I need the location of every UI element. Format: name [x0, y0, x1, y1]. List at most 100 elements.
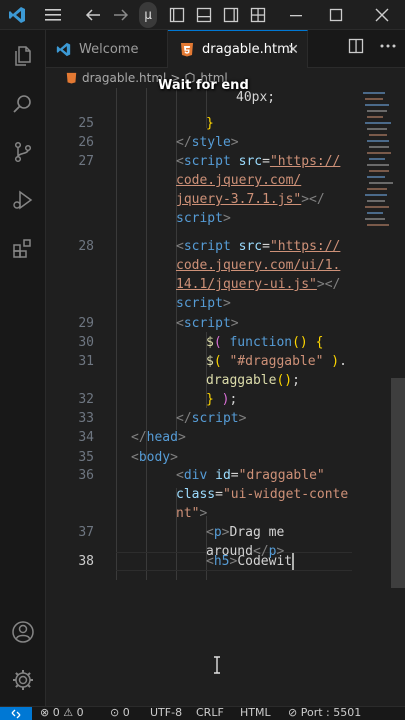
minimap-line: [367, 212, 383, 214]
code-token: ></: [316, 277, 341, 292]
code-token: >: [170, 450, 178, 465]
code-token: ): [323, 354, 340, 369]
toggle-panel-icon[interactable]: [193, 3, 215, 27]
more-actions-icon[interactable]: [380, 44, 396, 48]
toggle-secondary-sidebar-icon[interactable]: [220, 3, 242, 27]
toggle-primary-sidebar-icon[interactable]: [166, 3, 188, 27]
minimap-line: [367, 224, 389, 226]
extensions-icon[interactable]: [9, 234, 37, 262]
code-token: <: [206, 525, 214, 540]
problems-indicator[interactable]: ⊗ 0 ⚠ 0: [40, 706, 84, 720]
code-token: </: [176, 135, 192, 150]
code-token: Codewit: [237, 554, 293, 569]
code-line[interactable]: <body>: [131, 448, 178, 467]
text-cursor-icon: [212, 656, 222, 674]
run-and-debug-icon[interactable]: [9, 186, 37, 214]
code-token: </: [131, 430, 147, 445]
code-token: ></: [301, 192, 325, 207]
code-token: <: [176, 154, 184, 169]
code-token: >: [222, 211, 231, 226]
code-token: src: [230, 154, 263, 169]
minimap[interactable]: [361, 88, 393, 238]
indent-guide: [146, 88, 147, 580]
code-token: script: [183, 154, 231, 169]
code-line[interactable]: <p>Drag me: [206, 523, 284, 542]
text-caret: [292, 553, 294, 570]
code-line[interactable]: class="ui-widget-conte: [176, 485, 348, 504]
code-line[interactable]: } );: [206, 390, 237, 409]
minimize-icon[interactable]: [284, 3, 308, 27]
code-editor[interactable]: 25 26 27 28 29 30 31 32 33 34 35 36 37 38 40px;} </sty…: [46, 88, 405, 706]
forward-arrow-icon[interactable]: [110, 3, 132, 27]
warning-count: 0: [76, 706, 84, 719]
code-line[interactable]: </head>: [131, 428, 186, 447]
customize-layout-icon[interactable]: [247, 3, 269, 27]
code-line[interactable]: </style>: [176, 133, 239, 152]
manage-gear-icon[interactable]: [9, 666, 37, 694]
code-token: 14.1/jquery-ui.js": [176, 277, 317, 292]
code-line[interactable]: </script>: [176, 409, 246, 428]
encoding-indicator[interactable]: UTF-8: [150, 706, 182, 720]
code-line[interactable]: <div id="draggable": [176, 466, 325, 485]
code-token: =: [215, 487, 223, 502]
vscode-logo-icon[interactable]: [6, 3, 28, 27]
code-line[interactable]: <script>: [176, 314, 239, 333]
vertical-scrollbar[interactable]: [391, 378, 405, 588]
code-token: draggable: [206, 373, 277, 388]
code-token: $: [206, 354, 214, 369]
language-mode-indicator[interactable]: HTML: [240, 706, 271, 720]
code-line[interactable]: }: [206, 114, 214, 133]
html5-icon: [180, 42, 194, 57]
eol-indicator[interactable]: CRLF: [196, 706, 224, 720]
code-line[interactable]: script>: [176, 209, 231, 228]
vscode-icon: [56, 42, 71, 57]
code-line[interactable]: <script src="https://: [176, 152, 340, 171]
code-token: ;: [292, 373, 300, 388]
minimap-line: [365, 98, 383, 100]
code-token: "#draggable": [229, 354, 324, 369]
code-line[interactable]: draggable();: [206, 371, 300, 390]
tab-welcome[interactable]: Welcome: [46, 30, 168, 68]
split-editor-icon[interactable]: [348, 38, 364, 54]
code-token: script: [183, 316, 231, 331]
code-line[interactable]: code.jquery.com/ui/1.: [176, 256, 340, 275]
maximize-icon[interactable]: [324, 3, 348, 27]
code-line[interactable]: script>: [176, 294, 231, 313]
code-line[interactable]: jquery-3.7.1.js"></: [176, 190, 325, 209]
close-tab-icon[interactable]: ✕: [287, 42, 299, 58]
code-token: }: [206, 116, 214, 131]
minimap-line: [365, 104, 389, 106]
explorer-icon[interactable]: [9, 42, 37, 70]
code-line[interactable]: nt">: [176, 504, 207, 523]
account-icon[interactable]: [9, 618, 37, 646]
editor-tabs: Welcome dragable.html ✕: [46, 30, 405, 68]
live-server-port: Port : 5501: [300, 706, 362, 719]
code-token: >: [230, 316, 239, 331]
code-area[interactable]: 40px;} </style> <script src="https://code.…: [46, 88, 405, 706]
breadcrumb-file[interactable]: dragable.html: [82, 71, 166, 85]
remote-indicator-icon[interactable]: [0, 707, 32, 720]
code-token: div: [183, 468, 208, 483]
command-center[interactable]: μ: [139, 2, 157, 28]
close-window-icon[interactable]: [370, 3, 394, 27]
source-control-icon[interactable]: [9, 138, 37, 166]
code-line[interactable]: 14.1/jquery-ui.js"></: [176, 275, 340, 294]
minimap-line: [367, 128, 387, 130]
live-server-indicator[interactable]: ⊘ Port : 5501: [288, 706, 361, 720]
tab-label: dragable.html: [202, 42, 294, 57]
hamburger-menu-icon[interactable]: [42, 3, 64, 27]
code-line[interactable]: <script src="https://: [176, 237, 340, 256]
code-token: $: [206, 335, 214, 350]
code-line[interactable]: <h5>Codewit: [206, 552, 292, 571]
code-line[interactable]: code.jquery.com/: [176, 171, 301, 190]
status-bar: ⊗ 0 ⚠ 0 ⊙ 0 UTF-8 CRLF HTML ⊘ Port : 550…: [0, 706, 405, 720]
code-line[interactable]: $( function() {: [206, 333, 323, 352]
back-arrow-icon[interactable]: [82, 3, 104, 27]
ports-indicator[interactable]: ⊙ 0: [110, 706, 130, 720]
minimap-line: [365, 194, 387, 196]
minimap-line: [365, 206, 389, 208]
code-line[interactable]: $( "#draggable" ).: [206, 352, 347, 371]
search-icon[interactable]: [9, 90, 37, 118]
minimap-line: [367, 188, 387, 190]
tab-dragable-html[interactable]: dragable.html ✕: [168, 30, 308, 68]
